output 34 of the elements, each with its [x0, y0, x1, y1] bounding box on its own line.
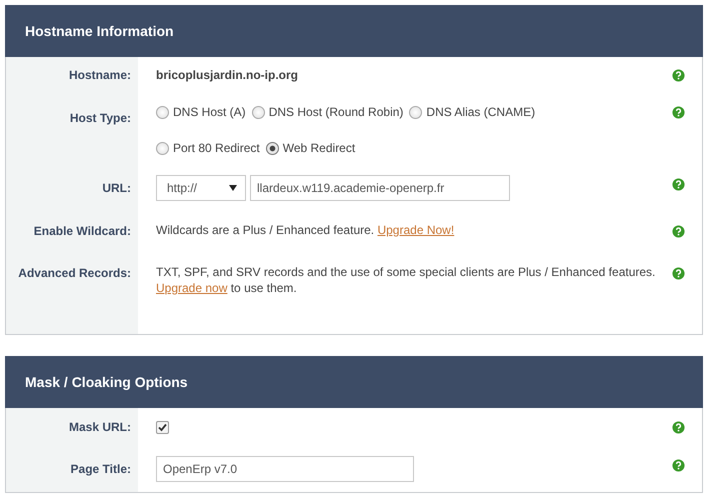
- help-icon[interactable]: [672, 267, 685, 280]
- radio-button-icon[interactable]: [252, 106, 265, 118]
- field-label: Mask URL:: [68, 419, 132, 436]
- field-label: Enable Wildcard:: [34, 223, 132, 240]
- radio-button-icon[interactable]: [266, 142, 279, 154]
- radio-option[interactable]: Port 80 Redirect: [156, 139, 260, 157]
- help-icon[interactable]: [672, 106, 685, 119]
- caret-icon: [229, 185, 237, 191]
- radio-option[interactable]: Web Redirect: [266, 139, 356, 157]
- field-label: Hostname:: [68, 67, 132, 84]
- hostname-value: bricoplusjardin.no-ip.org: [156, 67, 299, 84]
- protocol-select[interactable]: http://: [156, 175, 246, 201]
- mask-checkbox[interactable]: [156, 421, 169, 434]
- field-label: Advanced Records:: [18, 265, 132, 282]
- help-icon[interactable]: [672, 421, 685, 434]
- radio-option[interactable]: DNS Alias (CNAME): [409, 103, 536, 121]
- radio-option[interactable]: DNS Host (A): [156, 103, 246, 121]
- radio-button-icon[interactable]: [156, 106, 169, 118]
- help-icon[interactable]: [672, 69, 685, 82]
- url-field[interactable]: llardeux.w119.academie-openerp.fr: [250, 175, 510, 201]
- panel-header: Mask / Cloaking Options: [5, 356, 703, 408]
- radio-button-icon[interactable]: [156, 142, 169, 154]
- help-icon[interactable]: [672, 178, 685, 191]
- radio-option[interactable]: DNS Host (Round Robin): [252, 103, 404, 121]
- radio-button-icon[interactable]: [409, 106, 422, 118]
- help-icon[interactable]: [672, 225, 685, 238]
- field-label: Page Title:: [70, 461, 132, 478]
- notice-text: Wildcards are a Plus / Enhanced feature. Upgrade Now!: [156, 222, 456, 238]
- help-icon[interactable]: [672, 459, 685, 472]
- field-label: URL:: [102, 180, 132, 197]
- panel-header: Hostname Information: [5, 5, 703, 57]
- field-label: Host Type:: [70, 110, 132, 127]
- notice-text: TXT, SPF, and SRV records and the use of some special clients are Plus / Enhanced features. Upgrade now to use them.: [156, 264, 656, 296]
- page-title-field[interactable]: OpenErp v7.0: [156, 456, 414, 482]
